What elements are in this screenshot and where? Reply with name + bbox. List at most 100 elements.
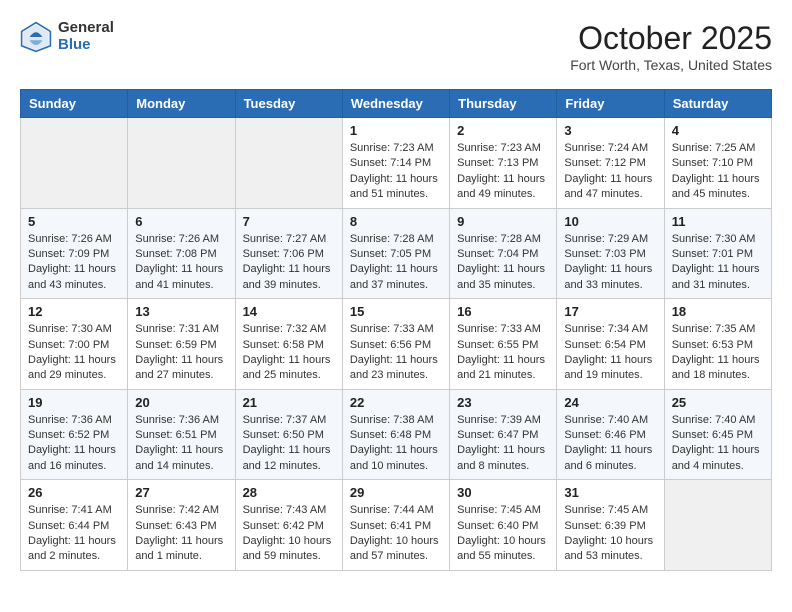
cell-details: Sunrise: 7:44 AMSunset: 6:41 PMDaylight:… [350,503,442,565]
day-number: 5 [28,214,120,229]
day-number: 8 [350,214,442,229]
cell-details: Sunrise: 7:34 AMSunset: 6:54 PMDaylight:… [564,322,656,384]
calendar-cell: 10 Sunrise: 7:29 AMSunset: 7:03 PMDayligh… [557,208,664,299]
calendar-cell: 2 Sunrise: 7:23 AMSunset: 7:13 PMDaylight… [450,118,557,209]
cell-details: Sunrise: 7:26 AMSunset: 7:09 PMDaylight:… [28,232,120,294]
day-number: 6 [135,214,227,229]
day-number: 25 [672,395,764,410]
cell-details: Sunrise: 7:35 AMSunset: 6:53 PMDaylight:… [672,322,764,384]
day-number: 3 [564,123,656,138]
cell-details: Sunrise: 7:41 AMSunset: 6:44 PMDaylight:… [28,503,120,565]
calendar-cell: 5 Sunrise: 7:26 AMSunset: 7:09 PMDaylight… [21,208,128,299]
calendar-cell: 14 Sunrise: 7:32 AMSunset: 6:58 PMDayligh… [235,299,342,390]
calendar-cell: 24 Sunrise: 7:40 AMSunset: 6:46 PMDayligh… [557,389,664,480]
day-number: 23 [457,395,549,410]
calendar-cell: 17 Sunrise: 7:34 AMSunset: 6:54 PMDayligh… [557,299,664,390]
day-number: 31 [564,485,656,500]
cell-details: Sunrise: 7:28 AMSunset: 7:05 PMDaylight:… [350,232,442,294]
day-number: 4 [672,123,764,138]
logo: General Blue [20,20,114,53]
day-number: 9 [457,214,549,229]
day-number: 30 [457,485,549,500]
cell-details: Sunrise: 7:43 AMSunset: 6:42 PMDaylight:… [243,503,335,565]
day-number: 22 [350,395,442,410]
cell-details: Sunrise: 7:45 AMSunset: 6:40 PMDaylight:… [457,503,549,565]
cell-details: Sunrise: 7:40 AMSunset: 6:45 PMDaylight:… [672,413,764,475]
title-block: October 2025 Fort Worth, Texas, United S… [570,20,772,73]
weekday-header-sunday: Sunday [21,90,128,118]
location-text: Fort Worth, Texas, United States [570,57,772,73]
cell-details: Sunrise: 7:33 AMSunset: 6:55 PMDaylight:… [457,322,549,384]
week-row-3: 12 Sunrise: 7:30 AMSunset: 7:00 PMDayligh… [21,299,772,390]
day-number: 24 [564,395,656,410]
cell-details: Sunrise: 7:33 AMSunset: 6:56 PMDaylight:… [350,322,442,384]
cell-details: Sunrise: 7:28 AMSunset: 7:04 PMDaylight:… [457,232,549,294]
calendar-cell: 21Sunrise: 7:37 AMSunset: 6:50 PMDayligh… [235,389,342,480]
cell-details: Sunrise: 7:45 AMSunset: 6:39 PMDaylight:… [564,503,656,565]
cell-details: Sunrise: 7:38 AMSunset: 6:48 PMDaylight:… [350,413,442,475]
calendar-cell: 23 Sunrise: 7:39 AMSunset: 6:47 PMDayligh… [450,389,557,480]
day-number: 14 [243,304,335,319]
calendar-cell: 31 Sunrise: 7:45 AMSunset: 6:39 PMDayligh… [557,480,664,571]
logo-general-text: General [58,20,114,37]
day-number: 18 [672,304,764,319]
cell-details: Sunrise: 7:30 AMSunset: 7:00 PMDaylight:… [28,322,120,384]
logo-text: General Blue [58,20,114,53]
day-number: 29 [350,485,442,500]
calendar-cell: 25 Sunrise: 7:40 AMSunset: 6:45 PMDayligh… [664,389,771,480]
calendar-cell: 27Sunrise: 7:42 AMSunset: 6:43 PMDayligh… [128,480,235,571]
cell-details: Sunrise: 7:29 AMSunset: 7:03 PMDaylight:… [564,232,656,294]
calendar-body: 1 Sunrise: 7:23 AMSunset: 7:14 PMDaylight… [21,118,772,571]
calendar-cell: 28 Sunrise: 7:43 AMSunset: 6:42 PMDayligh… [235,480,342,571]
day-number: 12 [28,304,120,319]
cell-details: Sunrise: 7:27 AMSunset: 7:06 PMDaylight:… [243,232,335,294]
logo-blue-text: Blue [58,37,114,54]
week-row-4: 19Sunrise: 7:36 AMSunset: 6:52 PMDayligh… [21,389,772,480]
day-number: 10 [564,214,656,229]
week-row-5: 26 Sunrise: 7:41 AMSunset: 6:44 PMDayligh… [21,480,772,571]
calendar-cell: 13Sunrise: 7:31 AMSunset: 6:59 PMDayligh… [128,299,235,390]
day-number: 20 [135,395,227,410]
cell-details: Sunrise: 7:37 AMSunset: 6:50 PMDaylight:… [243,413,335,475]
cell-details: Sunrise: 7:36 AMSunset: 6:52 PMDaylight:… [28,413,120,475]
week-row-2: 5 Sunrise: 7:26 AMSunset: 7:09 PMDaylight… [21,208,772,299]
cell-details: Sunrise: 7:36 AMSunset: 6:51 PMDaylight:… [135,413,227,475]
cell-details: Sunrise: 7:25 AMSunset: 7:10 PMDaylight:… [672,141,764,203]
day-number: 2 [457,123,549,138]
week-row-1: 1 Sunrise: 7:23 AMSunset: 7:14 PMDaylight… [21,118,772,209]
day-number: 11 [672,214,764,229]
calendar-cell: 12 Sunrise: 7:30 AMSunset: 7:00 PMDayligh… [21,299,128,390]
calendar-cell [235,118,342,209]
weekday-header-tuesday: Tuesday [235,90,342,118]
calendar-table: SundayMondayTuesdayWednesdayThursdayFrid… [20,89,772,571]
calendar-cell [128,118,235,209]
cell-details: Sunrise: 7:32 AMSunset: 6:58 PMDaylight:… [243,322,335,384]
cell-details: Sunrise: 7:31 AMSunset: 6:59 PMDaylight:… [135,322,227,384]
calendar-cell: 4 Sunrise: 7:25 AMSunset: 7:10 PMDaylight… [664,118,771,209]
weekday-header-wednesday: Wednesday [342,90,449,118]
calendar-cell: 1 Sunrise: 7:23 AMSunset: 7:14 PMDaylight… [342,118,449,209]
calendar-cell: 30 Sunrise: 7:45 AMSunset: 6:40 PMDayligh… [450,480,557,571]
calendar-cell: 18 Sunrise: 7:35 AMSunset: 6:53 PMDayligh… [664,299,771,390]
day-number: 1 [350,123,442,138]
cell-details: Sunrise: 7:23 AMSunset: 7:14 PMDaylight:… [350,141,442,203]
calendar-cell: 26 Sunrise: 7:41 AMSunset: 6:44 PMDayligh… [21,480,128,571]
calendar-cell: 15Sunrise: 7:33 AMSunset: 6:56 PMDayligh… [342,299,449,390]
calendar-cell: 8 Sunrise: 7:28 AMSunset: 7:05 PMDaylight… [342,208,449,299]
day-number: 26 [28,485,120,500]
cell-details: Sunrise: 7:23 AMSunset: 7:13 PMDaylight:… [457,141,549,203]
calendar-cell: 7 Sunrise: 7:27 AMSunset: 7:06 PMDaylight… [235,208,342,299]
calendar-cell: 19Sunrise: 7:36 AMSunset: 6:52 PMDayligh… [21,389,128,480]
page-header: General Blue October 2025 Fort Worth, Te… [20,20,772,73]
calendar-cell: 9 Sunrise: 7:28 AMSunset: 7:04 PMDaylight… [450,208,557,299]
day-number: 28 [243,485,335,500]
weekday-header-saturday: Saturday [664,90,771,118]
calendar-cell: 20 Sunrise: 7:36 AMSunset: 6:51 PMDayligh… [128,389,235,480]
calendar-header: SundayMondayTuesdayWednesdayThursdayFrid… [21,90,772,118]
cell-details: Sunrise: 7:39 AMSunset: 6:47 PMDaylight:… [457,413,549,475]
cell-details: Sunrise: 7:40 AMSunset: 6:46 PMDaylight:… [564,413,656,475]
header-row: SundayMondayTuesdayWednesdayThursdayFrid… [21,90,772,118]
day-number: 27 [135,485,227,500]
day-number: 17 [564,304,656,319]
day-number: 7 [243,214,335,229]
